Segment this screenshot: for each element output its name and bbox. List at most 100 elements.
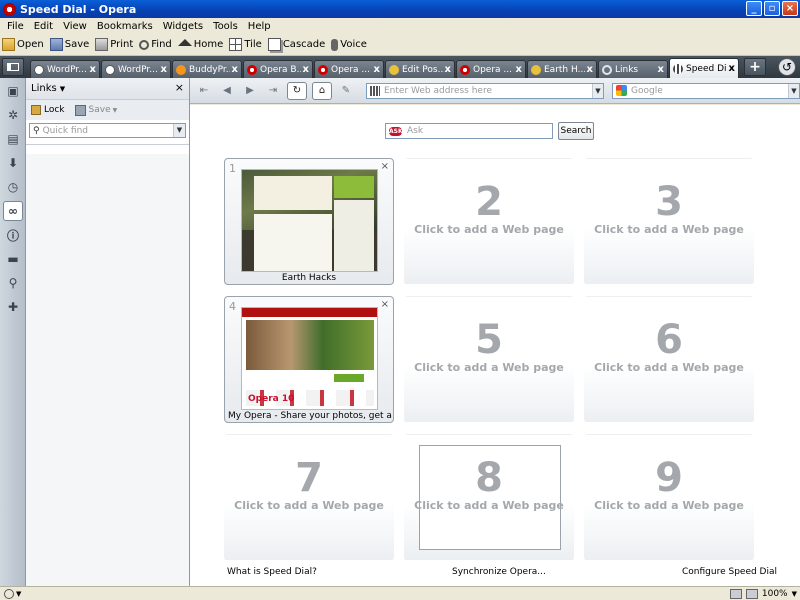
voice-label: Voice — [340, 39, 367, 50]
tab-opera-3[interactable]: Opera ... x — [456, 60, 526, 78]
panel-toggle-button[interactable] — [2, 58, 24, 76]
chevron-down-icon[interactable]: ▼ — [173, 124, 185, 137]
voice-button[interactable]: Voice — [331, 38, 367, 51]
status-controls: 100% ▼ — [729, 587, 797, 600]
tab-buddypress[interactable]: BuddyPr...x — [172, 60, 242, 78]
speed-dial-4[interactable]: 4 × Opera 10 My Opera - Share your photo… — [224, 296, 394, 423]
tab-wordpress-1[interactable]: WordPr... x — [30, 60, 100, 78]
ask-logo-icon: ASK — [389, 126, 403, 136]
zoom-level[interactable]: 100% — [762, 589, 788, 599]
ask-search-input[interactable]: ASK Ask — [385, 123, 553, 139]
fast-forward-icon[interactable]: ⇥ — [264, 82, 282, 100]
speed-dial-7[interactable]: 7 Click to add a Web page — [224, 434, 394, 561]
lock-button[interactable]: Lock — [44, 105, 65, 115]
home-icon[interactable]: ⌂ — [312, 81, 332, 100]
find-button[interactable]: Find — [139, 39, 172, 50]
tab-close-icon[interactable]: x — [658, 64, 664, 75]
save-panel-button[interactable]: Save — [89, 105, 111, 115]
tab-close-icon[interactable]: x — [729, 63, 735, 74]
panel-title[interactable]: Links — [31, 83, 57, 94]
address-field[interactable]: Enter Web address here ▼ — [366, 82, 604, 99]
rewind-icon[interactable]: ⇤ — [195, 82, 213, 100]
cascade-button[interactable]: Cascade — [267, 38, 325, 51]
speed-dial-8[interactable]: 8 Click to add a Web page — [404, 434, 574, 561]
speed-dial-3[interactable]: 3 Click to add a Web page — [584, 158, 754, 285]
close-icon[interactable]: × — [381, 299, 389, 310]
history-icon[interactable]: ◷ — [3, 177, 23, 197]
synchronize-opera-link[interactable]: Synchronize Opera... — [452, 567, 546, 577]
image-toggle-icon[interactable] — [745, 589, 758, 599]
dial-number: 9 — [655, 455, 683, 501]
tab-speed-dial[interactable]: Speed Dialx — [669, 58, 739, 78]
new-tab-button[interactable]: + — [744, 58, 766, 76]
tab-close-icon[interactable]: x — [374, 64, 380, 75]
print-button[interactable]: Print — [95, 38, 133, 51]
menu-widgets[interactable]: Widgets — [158, 21, 208, 32]
quick-find-input[interactable]: ⚲ Quick find ▼ — [29, 123, 186, 138]
notes-icon[interactable]: ▤ — [3, 129, 23, 149]
tab-label: Links — [615, 64, 639, 75]
back-icon[interactable]: ◀ — [218, 82, 236, 100]
links-icon[interactable]: ∞ — [3, 201, 23, 221]
what-is-speed-dial-link[interactable]: What is Speed Dial? — [227, 567, 317, 577]
menu-edit[interactable]: Edit — [29, 21, 58, 32]
downloads-icon[interactable]: ⬇ — [3, 153, 23, 173]
configure-speed-dial-link[interactable]: Configure Speed Dial — [682, 567, 777, 577]
speed-dial-9[interactable]: 9 Click to add a Web page — [584, 434, 754, 561]
view-mode-icon[interactable] — [729, 589, 742, 599]
menu-help[interactable]: Help — [243, 21, 276, 32]
tab-close-icon[interactable]: x — [516, 64, 522, 75]
tab-close-icon[interactable]: x — [161, 64, 167, 75]
tab-wordpress-2[interactable]: WordPr... x — [101, 60, 171, 78]
chevron-down-icon[interactable]: ▼ — [113, 107, 118, 114]
tab-edit-post[interactable]: Edit Pos... x — [385, 60, 455, 78]
search-icon[interactable]: ⚲ — [3, 273, 23, 293]
chevron-down-icon[interactable]: ▼ — [60, 85, 65, 93]
chevron-down-icon[interactable]: ▼ — [592, 83, 603, 98]
chevron-down-icon[interactable]: ▼ — [788, 83, 799, 98]
forward-icon[interactable]: ▶ — [241, 82, 259, 100]
add-panel-icon[interactable]: ✚ — [3, 297, 23, 317]
status-icon[interactable] — [4, 588, 14, 599]
speed-dial-5[interactable]: 5 Click to add a Web page — [404, 296, 574, 423]
tile-label: Tile — [244, 39, 262, 50]
reload-icon[interactable]: ↻ — [287, 81, 307, 100]
tab-earth-hacks[interactable]: Earth H... x — [527, 60, 597, 78]
home-button[interactable]: Home — [177, 39, 223, 50]
panel-actions: Lock Save ▼ — [26, 100, 189, 120]
widgets-icon[interactable]: ✲ — [3, 105, 23, 125]
search-field[interactable]: Google ▼ — [612, 82, 800, 99]
wand-icon[interactable]: ✎ — [337, 82, 355, 100]
tab-links[interactable]: Links x — [598, 60, 668, 78]
close-icon[interactable]: × — [381, 161, 389, 172]
search-button[interactable]: Search — [558, 122, 594, 140]
tab-opera-2[interactable]: Opera ... x — [314, 60, 384, 78]
tab-close-icon[interactable]: x — [587, 64, 593, 75]
speed-dial-2[interactable]: 2 Click to add a Web page — [404, 158, 574, 285]
windows-icon[interactable]: ▬ — [3, 249, 23, 269]
menu-file[interactable]: File — [2, 21, 29, 32]
speed-dial-1[interactable]: 1 × Earth Hacks — [224, 158, 394, 285]
menu-bookmarks[interactable]: Bookmarks — [92, 21, 158, 32]
tab-close-icon[interactable]: x — [90, 64, 96, 75]
close-icon[interactable]: × — [175, 81, 184, 94]
tab-close-icon[interactable]: x — [303, 64, 309, 75]
save-button[interactable]: Save — [49, 38, 89, 51]
minimize-button[interactable]: _ — [746, 1, 762, 16]
menu-view[interactable]: View — [58, 21, 92, 32]
google-icon[interactable] — [616, 85, 627, 96]
chevron-down-icon[interactable]: ▼ — [792, 590, 797, 598]
speed-dial-6[interactable]: 6 Click to add a Web page — [584, 296, 754, 423]
reopen-closed-tab-icon[interactable]: ↺ — [778, 58, 796, 76]
tab-close-icon[interactable]: x — [445, 64, 451, 75]
maximize-button[interactable]: ▫ — [764, 1, 780, 16]
chevron-down-icon[interactable]: ▼ — [16, 590, 21, 598]
info-icon[interactable]: ⓘ — [3, 225, 23, 245]
close-window-button[interactable]: × — [782, 1, 798, 16]
tab-opera-b[interactable]: Opera B...x — [243, 60, 313, 78]
tab-close-icon[interactable]: x — [232, 64, 238, 75]
menu-tools[interactable]: Tools — [208, 21, 243, 32]
tile-button[interactable]: Tile — [229, 38, 262, 51]
open-button[interactable]: Open — [2, 38, 44, 51]
bookmarks-icon[interactable]: ▣ — [3, 81, 23, 101]
